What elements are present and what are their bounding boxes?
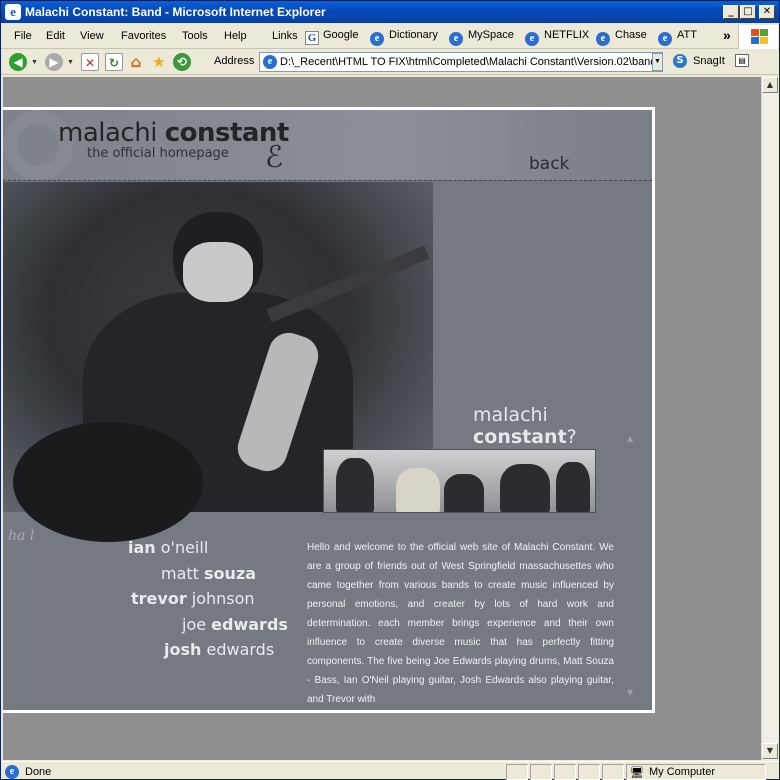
ie-page-icon: e: [658, 32, 672, 46]
status-text: Done: [25, 766, 52, 778]
google-icon: G: [305, 31, 319, 45]
menu-file[interactable]: File: [14, 30, 32, 42]
snagit-button[interactable]: SnagIt: [693, 55, 725, 67]
address-label: Address: [214, 55, 255, 67]
refresh-icon[interactable]: ↻: [105, 53, 123, 71]
address-dropdown-icon[interactable]: ▼: [652, 53, 663, 71]
menu-bar: File Edit View Favorites Tools Help Link…: [1, 25, 779, 49]
back-arrow-icon[interactable]: ◀: [9, 53, 27, 71]
site-logo[interactable]: malachi constant: [58, 118, 289, 148]
navigation-toolbar: ◀ ▼ ▶ ▼ ✕ ↻ ⌂ ★ ⟲ Address e D:\_Recent\H…: [1, 49, 779, 75]
member-ian-oneill[interactable]: ian o'neill: [128, 538, 208, 557]
member-matt-souza[interactable]: matt souza: [161, 564, 256, 583]
zone-text: My Computer: [649, 766, 716, 778]
site-header: malachi constant the official homepage ℰ…: [3, 110, 652, 180]
menu-favorites[interactable]: Favorites: [121, 30, 166, 42]
computer-icon: 🖥: [630, 767, 644, 779]
zone-cell: 🖥 My Computer: [626, 764, 766, 780]
close-button[interactable]: ✕: [759, 5, 775, 19]
back-dropdown-icon[interactable]: ▼: [31, 59, 38, 66]
links-overflow[interactable]: »: [723, 27, 731, 43]
scroll-ornament-icon: ℰ: [265, 140, 284, 175]
ie-page-icon: e: [370, 32, 384, 46]
favorites-star-icon[interactable]: ★: [150, 53, 168, 71]
address-input[interactable]: e D:\_Recent\HTML TO FIX\html\Completed\…: [259, 52, 663, 72]
maximize-button[interactable]: □: [740, 5, 756, 19]
link-att[interactable]: e ATT: [658, 29, 697, 46]
back-link[interactable]: back: [529, 154, 569, 174]
browser-window: e Malachi Constant: Band - Microsoft Int…: [0, 0, 780, 780]
window-title: Malachi Constant: Band - Microsoft Inter…: [25, 5, 326, 19]
status-cell: [578, 764, 600, 780]
snagit-icon[interactable]: S: [673, 54, 687, 68]
vertical-scrollbar[interactable]: ▲ ▼: [761, 77, 778, 760]
ie-page-icon: e: [525, 32, 539, 46]
link-google[interactable]: G Google: [305, 29, 358, 45]
ie-icon: e: [5, 4, 21, 20]
intro-paragraph: Hello and welcome to the official web si…: [307, 542, 614, 705]
minimize-button[interactable]: _: [723, 5, 739, 19]
link-dictionary[interactable]: e Dictionary: [370, 29, 438, 46]
windows-logo: [738, 25, 778, 49]
home-icon[interactable]: ⌂: [127, 53, 145, 71]
links-label: Links: [272, 30, 298, 42]
status-bar: e Done 🖥 My Computer: [1, 761, 779, 780]
status-cell: [530, 764, 552, 780]
stop-icon[interactable]: ✕: [81, 53, 99, 71]
link-myspace[interactable]: e MySpace: [449, 29, 514, 46]
status-cell: [506, 764, 528, 780]
menu-tools[interactable]: Tools: [182, 30, 208, 42]
snagit-window-icon[interactable]: ▤: [735, 54, 749, 67]
ie-page-icon: e: [263, 55, 277, 69]
link-chase[interactable]: e Chase: [596, 29, 647, 46]
band-page: malachi constant the official homepage ℰ…: [3, 107, 655, 713]
text-scroll-up-icon[interactable]: ▲: [627, 434, 633, 443]
header-divider: [3, 180, 652, 181]
history-icon[interactable]: ⟲: [173, 53, 191, 71]
side-script-text: ha l: [8, 528, 35, 544]
site-tagline: the official homepage: [87, 146, 229, 161]
forward-dropdown-icon[interactable]: ▼: [67, 59, 74, 66]
scroll-down-button[interactable]: ▼: [762, 743, 778, 759]
member-joe-edwards[interactable]: joe edwards: [182, 615, 288, 634]
band-heading: malachi constant?: [473, 404, 577, 448]
status-cell: [554, 764, 576, 780]
link-netflix[interactable]: e NETFLIX: [525, 29, 589, 46]
member-josh-edwards[interactable]: josh edwards: [164, 640, 274, 659]
forward-arrow-icon[interactable]: ▶: [45, 53, 63, 71]
ie-page-icon: e: [5, 765, 19, 779]
member-trevor-johnson[interactable]: trevor johnson: [131, 589, 255, 608]
status-cell: [602, 764, 624, 780]
title-bar[interactable]: e Malachi Constant: Band - Microsoft Int…: [1, 1, 779, 23]
band-group-photo[interactable]: [323, 449, 596, 513]
ie-page-icon: e: [596, 32, 610, 46]
menu-view[interactable]: View: [80, 30, 104, 42]
scroll-up-button[interactable]: ▲: [762, 77, 778, 93]
ie-page-icon: e: [449, 32, 463, 46]
menu-edit[interactable]: Edit: [46, 30, 65, 42]
text-scroll-down-icon[interactable]: ▼: [627, 688, 633, 697]
page-viewport: malachi constant the official homepage ℰ…: [3, 77, 761, 760]
menu-help[interactable]: Help: [224, 30, 247, 42]
